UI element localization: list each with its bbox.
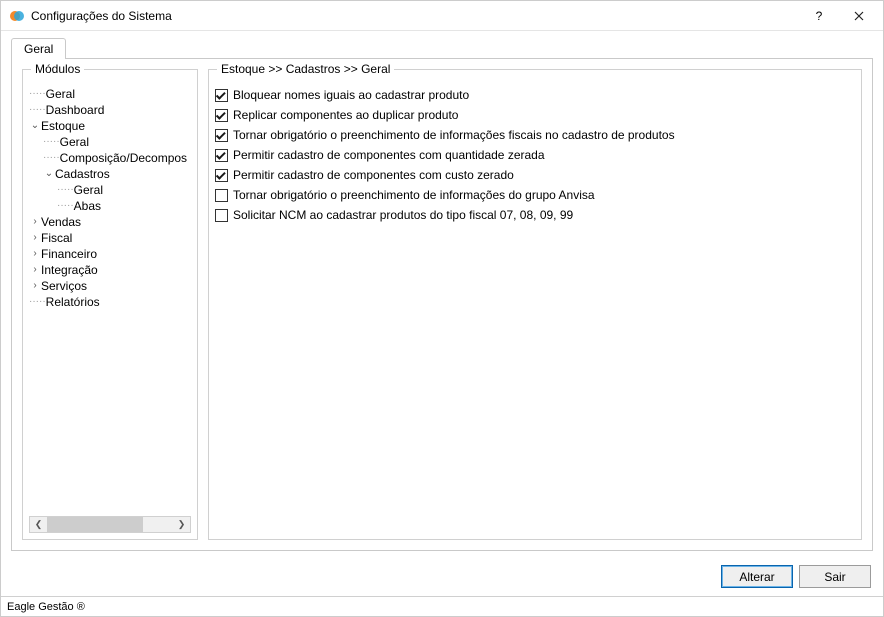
checkbox-icon[interactable] — [215, 169, 228, 182]
app-icon — [9, 8, 25, 24]
tree-item-financeiro[interactable]: ›Financeiro — [29, 246, 191, 262]
tree-item-dashboard[interactable]: ·····Dashboard — [29, 102, 191, 118]
option-row[interactable]: Permitir cadastro de componentes com cus… — [215, 168, 855, 182]
tree-item-integracao[interactable]: ›Integração — [29, 262, 191, 278]
tree-item-vendas[interactable]: ›Vendas — [29, 214, 191, 230]
modules-tree: ·····Geral ·····Dashboard ⌄Estoque ·····… — [29, 86, 191, 512]
tree-item-estoque-cadastros-abas[interactable]: ·····Abas — [29, 198, 191, 214]
option-label: Tornar obrigatório o preenchimento de in… — [233, 128, 675, 142]
breadcrumb: Estoque >> Cadastros >> Geral — [217, 62, 394, 76]
sidebar-legend: Módulos — [31, 62, 84, 76]
alterar-button[interactable]: Alterar — [721, 565, 793, 588]
main-panel: Módulos ·····Geral ·····Dashboard ⌄Estoq… — [11, 58, 873, 551]
sidebar-hscrollbar[interactable]: ❮ ❯ — [29, 516, 191, 533]
scroll-right-icon[interactable]: ❯ — [173, 517, 190, 532]
checkbox-icon[interactable] — [215, 129, 228, 142]
option-row[interactable]: Tornar obrigatório o preenchimento de in… — [215, 128, 855, 142]
scroll-left-icon[interactable]: ❮ — [30, 517, 47, 532]
checkbox-icon[interactable] — [215, 189, 228, 202]
option-label: Replicar componentes ao duplicar produto — [233, 108, 458, 122]
tree-item-estoque-cadastros[interactable]: ⌄Cadastros — [29, 166, 191, 182]
status-text: Eagle Gestão ® — [7, 601, 85, 613]
tree-item-estoque-cadastros-geral[interactable]: ·····Geral — [29, 182, 191, 198]
tree-item-estoque[interactable]: ⌄Estoque — [29, 118, 191, 134]
window-title: Configurações do Sistema — [31, 9, 172, 23]
footer-buttons: Alterar Sair — [1, 559, 883, 596]
tree-item-geral[interactable]: ·····Geral — [29, 86, 191, 102]
option-row[interactable]: Bloquear nomes iguais ao cadastrar produ… — [215, 88, 855, 102]
tab-geral[interactable]: Geral — [11, 38, 66, 59]
tree-item-relatorios[interactable]: ·····Relatórios — [29, 294, 191, 310]
checkbox-icon[interactable] — [215, 209, 228, 222]
checkbox-icon[interactable] — [215, 149, 228, 162]
sidebar-modulos: Módulos ·····Geral ·····Dashboard ⌄Estoq… — [22, 69, 198, 540]
checkbox-icon[interactable] — [215, 89, 228, 102]
close-button[interactable] — [839, 2, 879, 30]
option-row[interactable]: Tornar obrigatório o preenchimento de in… — [215, 188, 855, 202]
scroll-track[interactable] — [47, 517, 173, 532]
help-button[interactable]: ? — [799, 2, 839, 30]
option-label: Bloquear nomes iguais ao cadastrar produ… — [233, 88, 469, 102]
scroll-thumb[interactable] — [47, 517, 143, 532]
tree-item-servicos[interactable]: ›Serviços — [29, 278, 191, 294]
option-label: Solicitar NCM ao cadastrar produtos do t… — [233, 208, 573, 222]
sair-button[interactable]: Sair — [799, 565, 871, 588]
option-label: Permitir cadastro de componentes com qua… — [233, 148, 545, 162]
option-row[interactable]: Solicitar NCM ao cadastrar produtos do t… — [215, 208, 855, 222]
titlebar: Configurações do Sistema ? — [1, 1, 883, 31]
option-label: Tornar obrigatório o preenchimento de in… — [233, 188, 595, 202]
option-row[interactable]: Permitir cadastro de componentes com qua… — [215, 148, 855, 162]
options-list: Bloquear nomes iguais ao cadastrar produ… — [215, 88, 855, 228]
tree-item-estoque-composicao[interactable]: ·····Composição/Decompos — [29, 150, 191, 166]
option-label: Permitir cadastro de componentes com cus… — [233, 168, 514, 182]
tabstrip: Geral — [1, 31, 883, 58]
option-row[interactable]: Replicar componentes ao duplicar produto — [215, 108, 855, 122]
status-bar: Eagle Gestão ® — [1, 596, 883, 616]
checkbox-icon[interactable] — [215, 109, 228, 122]
tree-item-estoque-geral[interactable]: ·····Geral — [29, 134, 191, 150]
content-panel: Estoque >> Cadastros >> Geral Bloquear n… — [208, 69, 862, 540]
tree-item-fiscal[interactable]: ›Fiscal — [29, 230, 191, 246]
